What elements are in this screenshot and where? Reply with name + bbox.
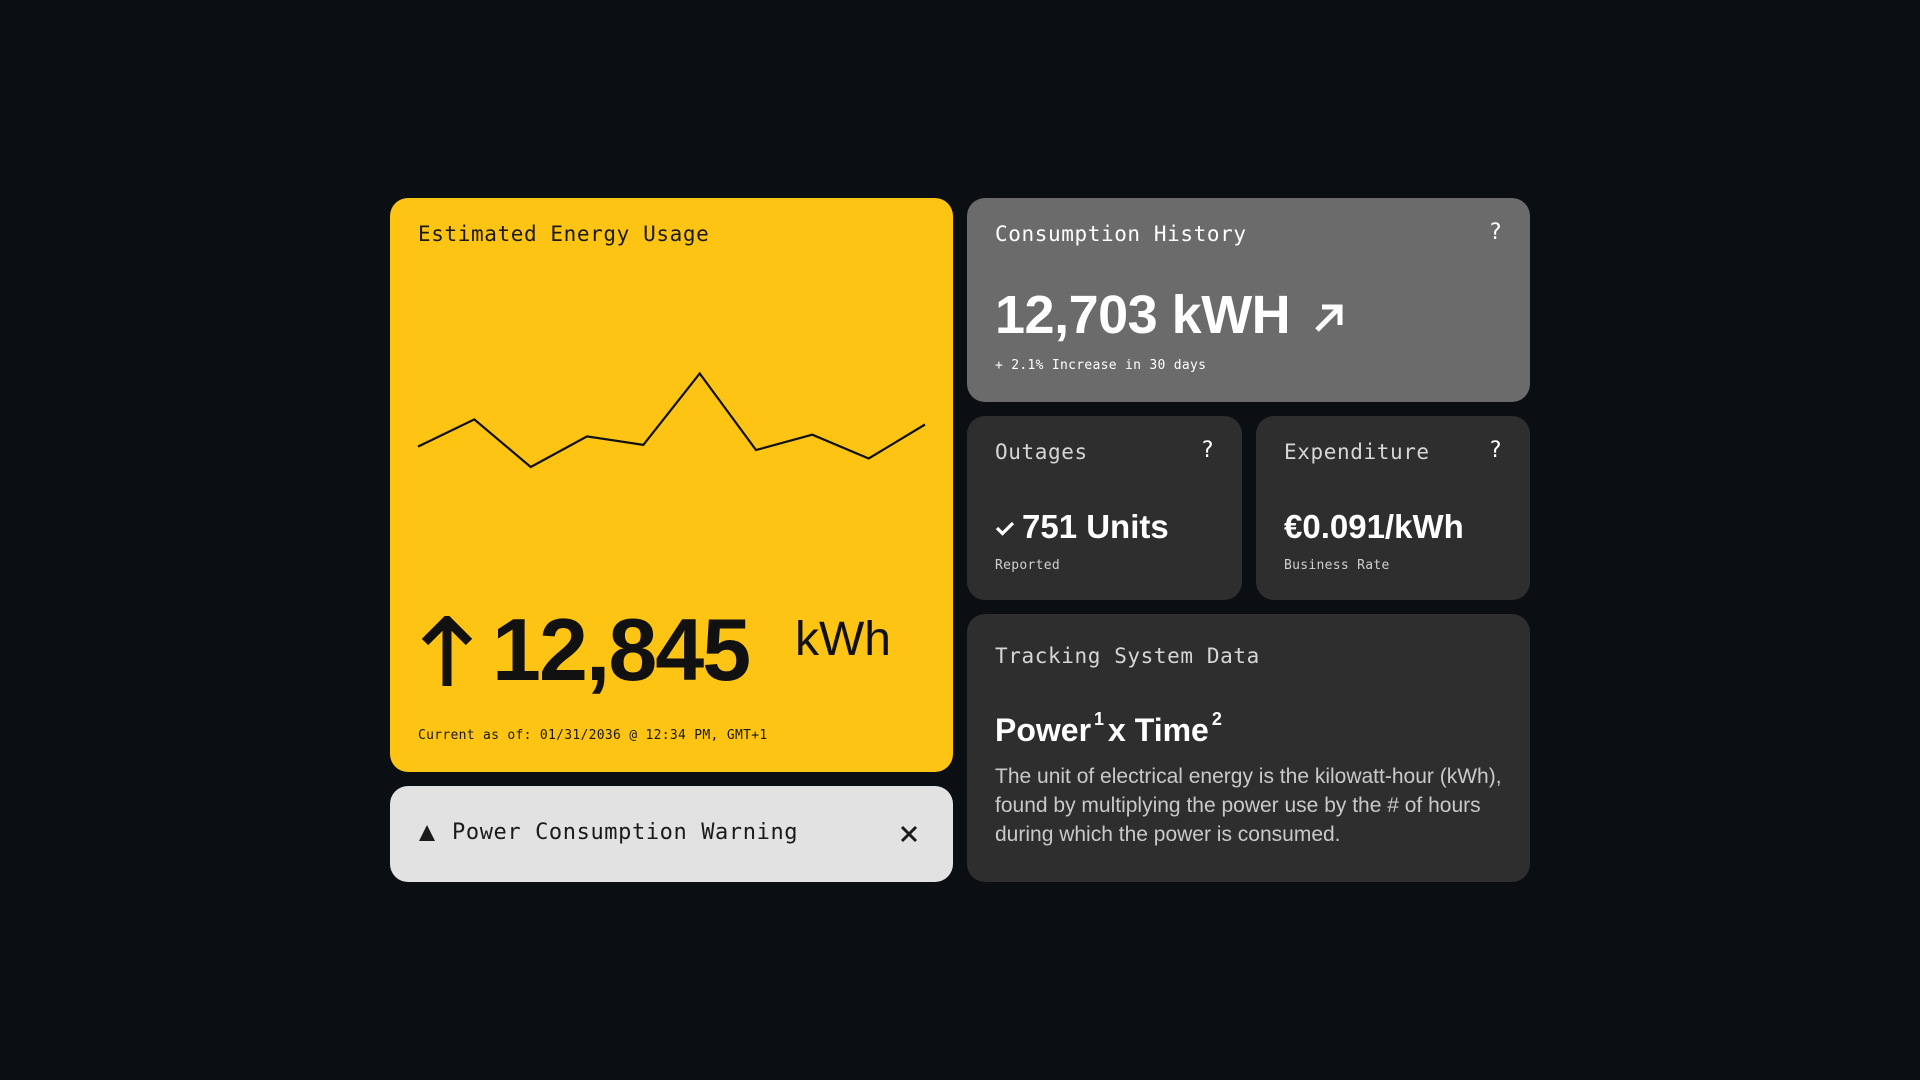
expenditure-caption: Business Rate xyxy=(1284,558,1390,573)
usage-value: 12,845 xyxy=(492,600,751,699)
expenditure-title: Expenditure xyxy=(1284,440,1430,464)
formula-times: x Time xyxy=(1108,712,1209,748)
close-warning-button[interactable] xyxy=(889,812,929,856)
arrow-up-icon xyxy=(421,616,473,686)
history-subtitle: + 2.1% Increase in 30 days xyxy=(995,358,1207,373)
outages-card: Outages ? 751 Units Reported xyxy=(967,416,1242,600)
outages-caption: Reported xyxy=(995,558,1061,573)
warning-triangle-icon xyxy=(419,825,435,841)
formula-footnote-2: 2 xyxy=(1211,709,1222,730)
energy-usage-card: Estimated Energy Usage 12,845 kWh Curren… xyxy=(390,198,953,772)
formula-footnote-1: 1 xyxy=(1094,709,1105,730)
close-icon xyxy=(900,825,918,843)
usage-timestamp: Current as of: 01/31/2036 @ 12:34 PM, GM… xyxy=(418,728,768,743)
history-title: Consumption History xyxy=(995,222,1247,246)
usage-title: Estimated Energy Usage xyxy=(418,222,710,246)
arrow-up-right-icon xyxy=(1315,304,1343,332)
expenditure-help-icon[interactable]: ? xyxy=(1489,438,1502,463)
check-icon xyxy=(995,521,1015,536)
tracking-description: The unit of electrical energy is the kil… xyxy=(995,765,1502,846)
outages-help-icon[interactable]: ? xyxy=(1201,438,1214,463)
outages-value: 751 Units xyxy=(1022,508,1169,545)
consumption-history-card: Consumption History ? 12,703 kWH + 2.1% … xyxy=(967,198,1530,402)
outages-title: Outages xyxy=(995,440,1088,464)
history-help-icon[interactable]: ? xyxy=(1489,220,1502,245)
energy-formula: Power 1 x Time 2 xyxy=(995,710,1226,748)
tracking-system-card: Tracking System Data Power 1 x Time 2 The u… xyxy=(967,614,1530,882)
warning-label: Power Consumption Warning xyxy=(452,820,799,845)
expenditure-value: €0.091/kWh xyxy=(1284,508,1464,545)
tracking-title: Tracking System Data xyxy=(995,644,1260,668)
usage-unit: kWh xyxy=(795,613,891,666)
history-value: 12,703 kWH xyxy=(995,285,1291,345)
usage-series-line xyxy=(417,371,926,469)
formula-power: Power xyxy=(995,712,1092,748)
expenditure-card: Expenditure ? €0.091/kWh Business Rate xyxy=(1256,416,1530,600)
power-warning-banner[interactable]: Power Consumption Warning xyxy=(390,786,953,882)
